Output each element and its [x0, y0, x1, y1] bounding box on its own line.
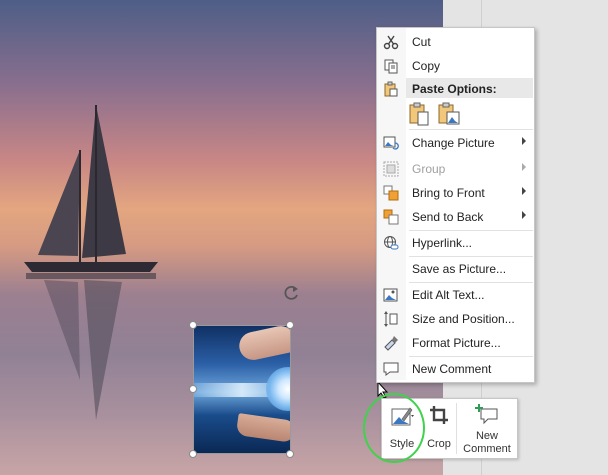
menu-item-label: Copy [412, 59, 441, 73]
context-menu: Cut Copy Paste Options: Change Picture G… [376, 27, 535, 383]
menu-item-size-and-position[interactable]: Size and Position... [377, 307, 534, 331]
menu-item-copy[interactable]: Copy [377, 54, 534, 78]
menu-separator [409, 129, 533, 130]
crop-label: Crop [427, 438, 451, 450]
submenu-arrow-icon [522, 137, 526, 145]
size-position-icon [384, 311, 398, 327]
menu-item-group: Group [377, 157, 534, 181]
resize-handle-bottom-right[interactable] [286, 450, 294, 458]
menu-item-label: Format Picture... [412, 336, 501, 350]
menu-item-label: Send to Back [412, 210, 484, 224]
clipboard-icon [384, 81, 398, 97]
change-picture-icon [383, 136, 399, 150]
format-picture-icon [384, 336, 398, 351]
menu-item-bring-to-front[interactable]: Bring to Front [377, 181, 534, 205]
new-comment-button[interactable]: New Comment [457, 399, 517, 458]
copy-icon [384, 59, 398, 74]
menu-item-format-picture[interactable]: Format Picture... [377, 331, 534, 355]
menu-item-change-picture[interactable]: Change Picture [377, 131, 534, 155]
paste-keep-formatting-icon[interactable] [408, 102, 430, 126]
paste-options-header: Paste Options: [406, 78, 533, 98]
submenu-arrow-icon [522, 187, 526, 195]
send-to-back-icon [383, 209, 399, 225]
menu-item-label: Bring to Front [412, 186, 485, 200]
menu-item-label: New Comment [412, 362, 492, 376]
new-comment-label-line2: Comment [463, 443, 511, 455]
resize-handle-middle-left[interactable] [189, 385, 197, 393]
menu-item-edit-alt-text[interactable]: Edit Alt Text... [377, 283, 534, 307]
menu-item-send-to-back[interactable]: Send to Back [377, 205, 534, 229]
highlight-circle [363, 393, 425, 463]
crop-button[interactable]: Crop [422, 399, 456, 458]
menu-item-new-comment[interactable]: New Comment [377, 357, 534, 381]
bring-to-front-icon [383, 185, 399, 201]
menu-item-label: Cut [412, 35, 431, 49]
paste-as-picture-icon[interactable] [437, 102, 461, 126]
new-comment-icon [475, 404, 498, 425]
menu-item-label: Size and Position... [412, 312, 515, 326]
menu-item-label: Change Picture [412, 136, 495, 150]
rotate-handle-icon[interactable] [281, 283, 301, 303]
resize-handle-bottom-left[interactable] [189, 450, 197, 458]
resize-handle-top-left[interactable] [189, 321, 197, 329]
submenu-arrow-icon [522, 163, 526, 171]
hyperlink-icon [384, 236, 399, 250]
menu-item-save-as-picture[interactable]: Save as Picture... [377, 257, 534, 281]
menu-item-label: Hyperlink... [412, 236, 473, 250]
menu-item-label: Edit Alt Text... [412, 288, 485, 302]
new-comment-label-line1: New [475, 430, 498, 442]
menu-item-label: Save as Picture... [412, 262, 507, 276]
menu-item-hyperlink[interactable]: Hyperlink... [377, 231, 534, 255]
menu-item-cut[interactable]: Cut [377, 30, 534, 54]
menu-item-label: Group [412, 162, 446, 176]
paste-options-label: Paste Options: [412, 82, 497, 96]
scissors-icon [383, 35, 399, 50]
selection-frame [193, 325, 291, 454]
crop-icon [430, 406, 448, 424]
comment-icon [383, 362, 399, 376]
resize-handle-top-right[interactable] [286, 321, 294, 329]
submenu-arrow-icon [522, 211, 526, 219]
alt-text-icon [383, 288, 398, 302]
group-icon [383, 161, 399, 177]
